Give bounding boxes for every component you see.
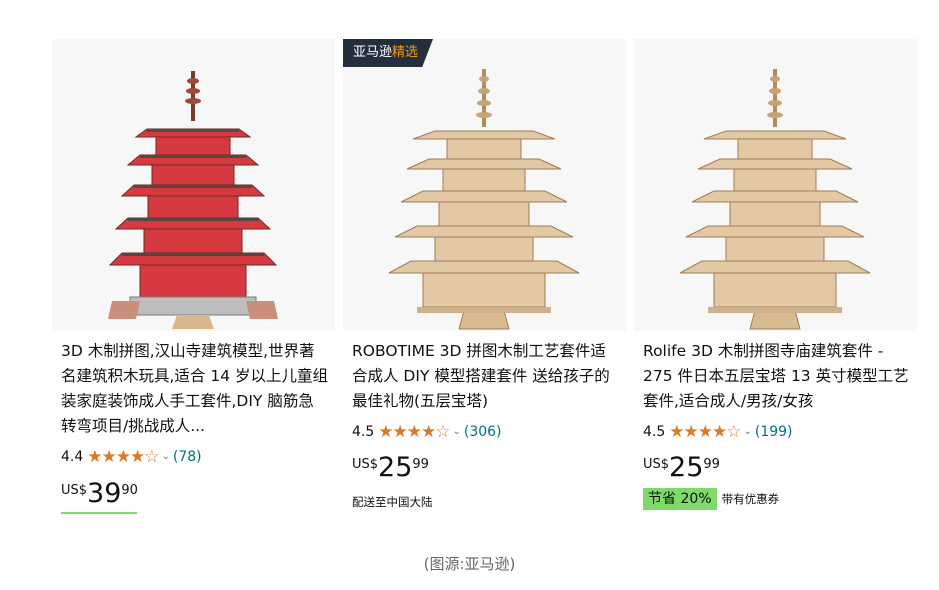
chevron-down-icon[interactable]: ⌄ xyxy=(161,446,169,468)
product-image[interactable] xyxy=(634,39,917,331)
product-card-1[interactable]: 3D 木制拼图,汉山寺建筑模型,世界著名建筑积木玩具,适合 14 岁以上儿童组装… xyxy=(52,39,335,517)
savings-row: 节省 20% 带有优惠券 xyxy=(643,488,779,510)
review-count-link[interactable]: (199) xyxy=(755,421,793,443)
star-rating-icon: ★★★★☆ xyxy=(378,422,450,442)
price-whole: 39 xyxy=(87,478,122,509)
price-fraction: 99 xyxy=(412,457,429,472)
price-currency: US$ xyxy=(352,457,379,472)
rating-value: 4.4 xyxy=(61,449,84,465)
price: US$ 39 90 xyxy=(61,479,138,509)
pagoda-wood-image xyxy=(388,69,580,330)
price-whole: 25 xyxy=(669,452,704,483)
product-image[interactable] xyxy=(52,39,335,331)
chevron-down-icon[interactable]: ⌄ xyxy=(452,421,460,443)
savings-badge: 节省 20% xyxy=(643,488,717,510)
price-currency: US$ xyxy=(643,457,670,472)
pagoda-wood-image xyxy=(679,69,871,330)
pagoda-red-image xyxy=(108,71,278,329)
price-currency: US$ xyxy=(61,483,88,498)
star-rating-icon: ★★★★☆ xyxy=(669,422,741,442)
review-count-link[interactable]: (306) xyxy=(464,421,502,443)
price: US$ 25 99 xyxy=(643,453,720,483)
price-fraction: 90 xyxy=(121,483,138,498)
product-card-2[interactable]: 亚马逊精选 ROBOTIME 3D 拼图木制工艺套件适合成人 DIY 模型搭建套… xyxy=(343,39,626,517)
rating-row[interactable]: 4.4 ★★★★☆ ⌄ (78) xyxy=(61,446,202,468)
rating-row[interactable]: 4.5 ★★★★☆ ⌄ (306) xyxy=(352,421,502,443)
price-fraction: 99 xyxy=(703,457,720,472)
product-title[interactable]: Rolife 3D 木制拼图寺庙建筑套件 - 275 件日本五层宝塔 13 英寸… xyxy=(643,339,911,414)
deal-underline xyxy=(61,512,137,514)
price: US$ 25 99 xyxy=(352,453,429,483)
product-image[interactable]: 亚马逊精选 xyxy=(343,39,626,331)
chevron-down-icon[interactable]: ⌄ xyxy=(743,421,751,443)
amazon-choice-badge: 亚马逊精选 xyxy=(343,39,433,67)
product-card-3[interactable]: Rolife 3D 木制拼图寺庙建筑套件 - 275 件日本五层宝塔 13 英寸… xyxy=(634,39,917,517)
rating-value: 4.5 xyxy=(352,424,375,440)
shipping-info: 配送至中国大陆 xyxy=(352,495,433,509)
image-caption: (图源:亚马逊) xyxy=(423,555,516,573)
star-rating-icon: ★★★★☆ xyxy=(87,447,159,467)
review-count-link[interactable]: (78) xyxy=(173,446,202,468)
coupon-note: 带有优惠券 xyxy=(721,492,780,506)
rating-row[interactable]: 4.5 ★★★★☆ ⌄ (199) xyxy=(643,421,793,443)
price-whole: 25 xyxy=(378,452,413,483)
rating-value: 4.5 xyxy=(643,424,666,440)
product-title[interactable]: 3D 木制拼图,汉山寺建筑模型,世界著名建筑积木玩具,适合 14 岁以上儿童组装… xyxy=(61,339,329,439)
product-title[interactable]: ROBOTIME 3D 拼图木制工艺套件适合成人 DIY 模型搭建套件 送给孩子… xyxy=(352,339,620,414)
